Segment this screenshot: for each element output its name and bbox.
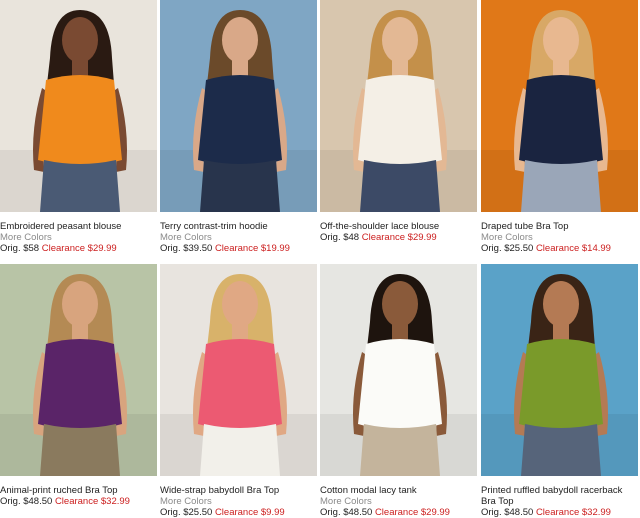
product-name-link[interactable]: Embroidered peasant blouse (0, 221, 157, 232)
original-price: Orig. $48.50 (481, 507, 534, 518)
product-card[interactable]: Off-the-shoulder lace blouse Orig. $48 Cl… (320, 0, 477, 243)
product-name-link[interactable]: Animal-print ruched Bra Top (0, 485, 157, 496)
clearance-price: Clearance $32.99 (54, 496, 130, 507)
product-card[interactable]: Draped tube Bra Top More Colors Orig. $25.… (481, 0, 638, 254)
clearance-price: Clearance $29.99 (361, 232, 437, 243)
more-colors-link[interactable]: More Colors (160, 232, 317, 243)
product-grid: Embroidered peasant blouse More Colors Ori… (0, 0, 640, 518)
price-line: Orig. $58 Clearance $29.99 (0, 243, 157, 254)
price-line: Orig. $48.50 Clearance $29.99 (320, 507, 477, 518)
product-image[interactable] (320, 0, 477, 212)
model-navy-hoodie-beach (160, 0, 317, 212)
product-name-link[interactable]: Printed ruffled babydoll racerback Bra T… (481, 485, 638, 507)
clearance-price: Clearance $32.99 (535, 507, 611, 518)
product-name-link[interactable]: Terry contrast-trim hoodie (160, 221, 317, 232)
more-colors-link[interactable]: More Colors (160, 496, 317, 507)
more-colors-link[interactable]: More Colors (320, 496, 477, 507)
product-image[interactable] (0, 0, 157, 212)
product-image[interactable] (481, 264, 638, 476)
price-line: Orig. $48 Clearance $29.99 (320, 232, 477, 243)
clearance-price: Clearance $14.99 (535, 243, 611, 254)
product-card[interactable]: Terry contrast-trim hoodie More Colors Ori… (160, 0, 317, 254)
price-line: Orig. $48.50 Clearance $32.99 (0, 496, 157, 507)
clearance-price: Clearance $29.99 (41, 243, 117, 254)
price-line: Orig. $25.50 Clearance $14.99 (481, 243, 638, 254)
more-colors-link[interactable]: More Colors (481, 232, 638, 243)
product-name-link[interactable]: Cotton modal lacy tank (320, 485, 477, 496)
product-card[interactable]: Cotton modal lacy tank More Colors Orig. $… (320, 264, 477, 518)
original-price: Orig. $39.50 (160, 243, 213, 254)
original-price: Orig. $48.50 (320, 507, 373, 518)
original-price: Orig. $25.50 (160, 507, 213, 518)
model-purple-animal-print-top (0, 264, 157, 476)
more-colors-link[interactable]: More Colors (0, 232, 157, 243)
model-orange-peasant-blouse (0, 0, 157, 212)
original-price: Orig. $48.50 (0, 496, 53, 507)
product-card[interactable]: Printed ruffled babydoll racerback Bra T… (481, 264, 638, 518)
original-price: Orig. $48 (320, 232, 360, 243)
product-image[interactable] (160, 0, 317, 212)
price-line: Orig. $48.50 Clearance $32.99 (481, 507, 638, 518)
product-image[interactable] (320, 264, 477, 476)
product-image[interactable] (0, 264, 157, 476)
product-card[interactable]: Embroidered peasant blouse More Colors Ori… (0, 0, 157, 254)
model-white-lacy-tank (320, 264, 477, 476)
clearance-price: Clearance $9.99 (214, 507, 285, 518)
model-pink-babydoll-top (160, 264, 317, 476)
clearance-price: Clearance $29.99 (374, 507, 450, 518)
product-name-link[interactable]: Draped tube Bra Top (481, 221, 638, 232)
product-name-link[interactable]: Off-the-shoulder lace blouse (320, 221, 477, 232)
product-image[interactable] (160, 264, 317, 476)
clearance-price: Clearance $19.99 (214, 243, 290, 254)
product-card[interactable]: Animal-print ruched Bra Top Orig. $48.50 … (0, 264, 157, 507)
model-navy-tube-top (481, 0, 638, 212)
price-line: Orig. $25.50 Clearance $9.99 (160, 507, 317, 518)
product-name-link[interactable]: Wide-strap babydoll Bra Top (160, 485, 317, 496)
original-price: Orig. $58 (0, 243, 40, 254)
product-image[interactable] (481, 0, 638, 212)
original-price: Orig. $25.50 (481, 243, 534, 254)
model-lace-blouse-hat (320, 0, 477, 212)
price-line: Orig. $39.50 Clearance $19.99 (160, 243, 317, 254)
product-card[interactable]: Wide-strap babydoll Bra Top More Colors Or… (160, 264, 317, 518)
model-green-ruffled-top-beach (481, 264, 638, 476)
